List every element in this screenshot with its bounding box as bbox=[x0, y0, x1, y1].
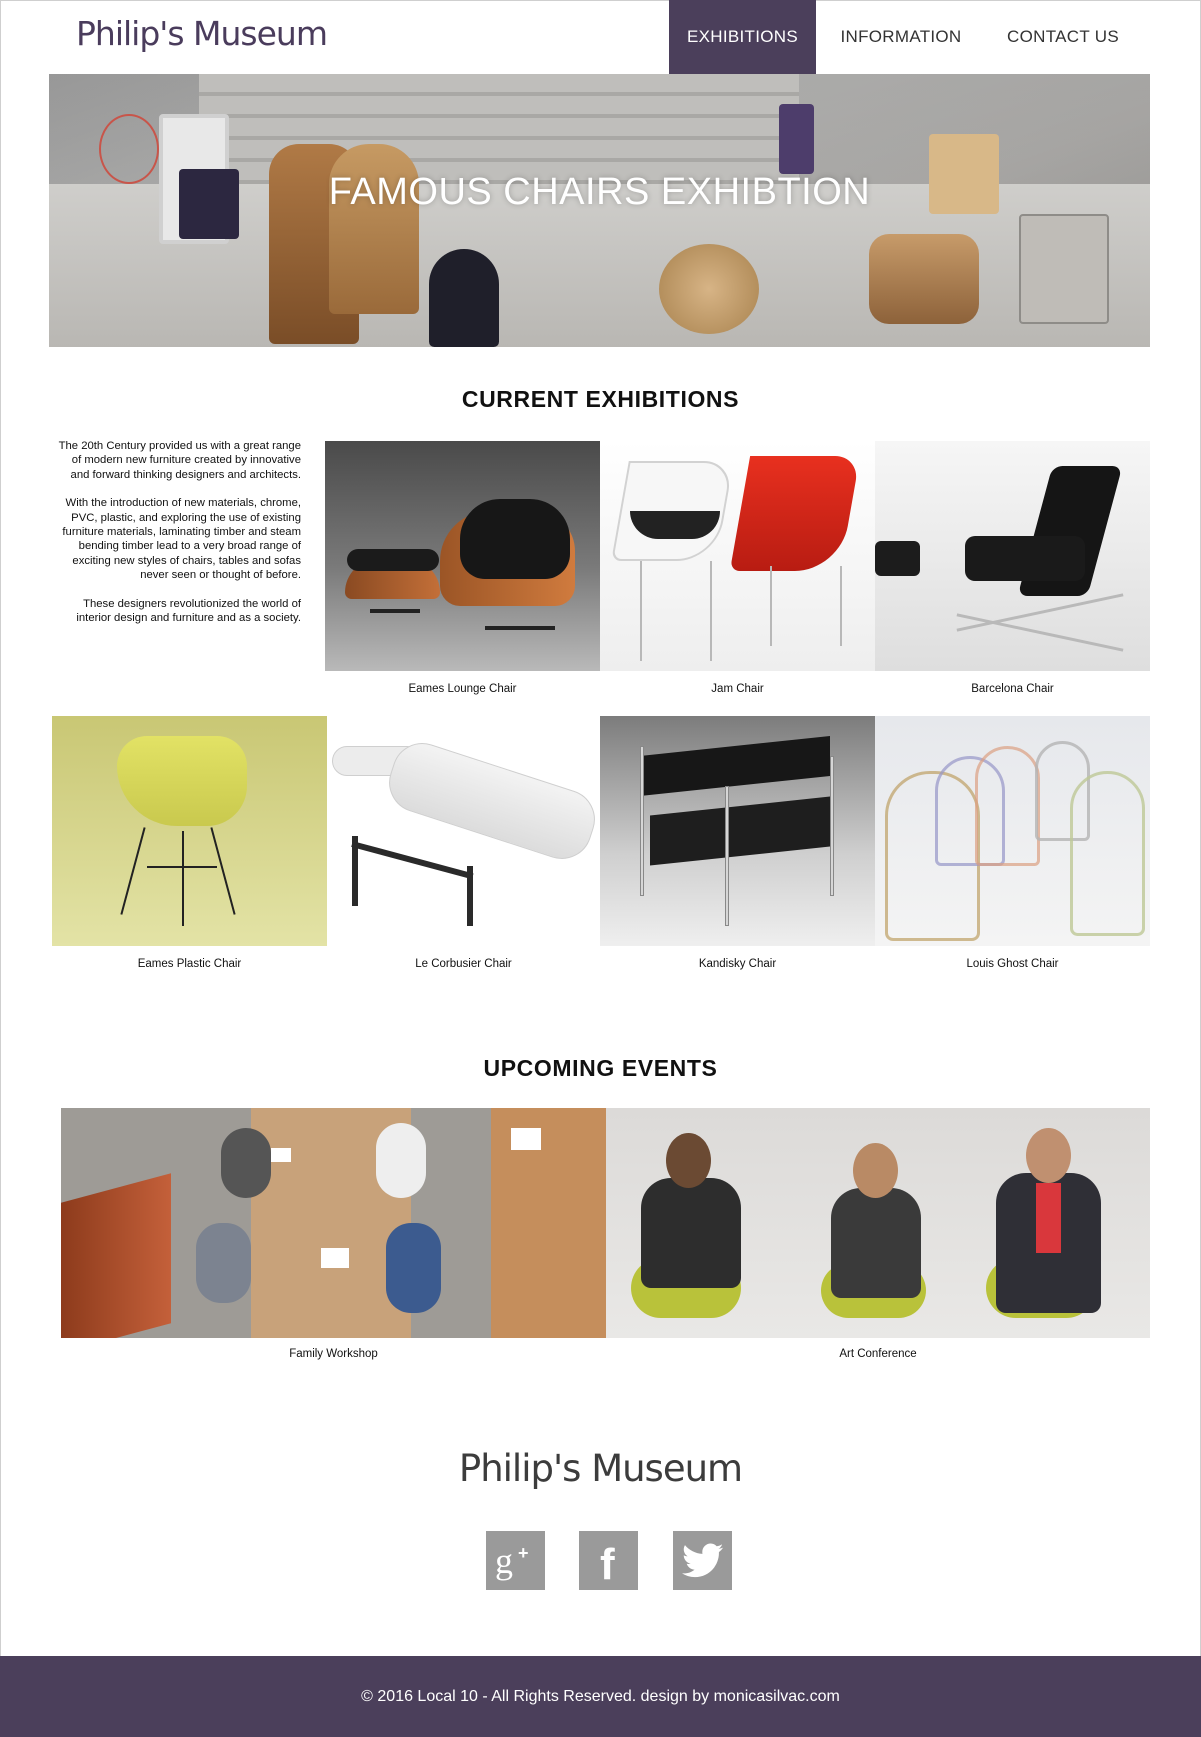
svg-text:f: f bbox=[600, 1540, 615, 1583]
hero-chair-bentwood bbox=[869, 234, 979, 324]
intro-paragraph: With the introduction of new materials, … bbox=[62, 497, 301, 582]
chair-card-louis-ghost[interactable]: Louis Ghost Chair bbox=[875, 716, 1150, 976]
chair-image bbox=[600, 716, 875, 946]
chair-caption: Jam Chair bbox=[711, 683, 764, 695]
svg-text:g: g bbox=[495, 1541, 513, 1581]
chair-caption: Barcelona Chair bbox=[971, 683, 1054, 695]
facebook-icon[interactable]: f bbox=[579, 1531, 638, 1590]
upcoming-events-title: UPCOMING EVENTS bbox=[483, 1055, 718, 1081]
chair-image bbox=[600, 441, 875, 671]
event-caption: Art Conference bbox=[839, 1348, 917, 1360]
chair-card-eames-lounge[interactable]: Eames Lounge Chair bbox=[325, 441, 600, 701]
chair-caption: Kandisky Chair bbox=[698, 958, 777, 970]
intro-paragraph: These designers revolutionized the world… bbox=[76, 597, 301, 625]
hero-sponge-chair bbox=[659, 244, 759, 334]
chair-card-le-corbusier[interactable]: Le Corbusier Chair bbox=[327, 716, 600, 976]
google-plus-icon[interactable]: g + bbox=[486, 1531, 545, 1590]
nav-exhibitions[interactable]: EXHIBITIONS bbox=[669, 0, 816, 74]
chair-image bbox=[875, 441, 1150, 671]
chair-image bbox=[327, 716, 600, 946]
chair-image bbox=[325, 441, 600, 671]
event-image bbox=[606, 1108, 1150, 1338]
hero-chair-dark bbox=[429, 249, 499, 347]
copyright-text: © 2016 Local 10 - All Rights Reserved. d… bbox=[361, 1687, 840, 1705]
site-logo[interactable]: Philip's Museum bbox=[76, 14, 328, 53]
exhibitions-intro: The 20th Century provided us with a grea… bbox=[54, 439, 301, 639]
footer-logo[interactable]: Philip's Museum bbox=[0, 1447, 1201, 1490]
intro-paragraph: The 20th Century provided us with a grea… bbox=[58, 440, 301, 481]
site-header: Philip's Museum EXHIBITIONS INFORMATION … bbox=[0, 0, 1201, 74]
nav-contact-us[interactable]: CONTACT US bbox=[986, 0, 1140, 74]
event-card-family-workshop[interactable]: Family Workshop bbox=[61, 1108, 606, 1368]
nav-information[interactable]: INFORMATION bbox=[816, 0, 986, 74]
event-caption: Family Workshop bbox=[289, 1348, 378, 1360]
google-plus-glyph: g + bbox=[495, 1541, 529, 1581]
hero-chair-windsor bbox=[329, 144, 419, 314]
chair-card-jam[interactable]: Jam Chair bbox=[600, 441, 875, 701]
hero-banner: FAMOUS CHAIRS EXHIBTION bbox=[49, 74, 1150, 347]
hero-chair-purple bbox=[779, 104, 814, 174]
chair-card-kandisky[interactable]: Kandisky Chair bbox=[600, 716, 875, 976]
chair-caption: Eames Plastic Chair bbox=[137, 958, 242, 970]
hero-title: FAMOUS CHAIRS EXHIBTION bbox=[328, 171, 871, 213]
svg-text:+: + bbox=[518, 1543, 529, 1563]
current-exhibitions-title: CURRENT EXHIBITIONS bbox=[461, 386, 740, 412]
chair-caption: Louis Ghost Chair bbox=[966, 958, 1059, 970]
event-image bbox=[61, 1108, 606, 1338]
hero-chair-metal bbox=[1019, 214, 1109, 324]
chair-image bbox=[52, 716, 327, 946]
chair-image bbox=[875, 716, 1150, 946]
event-card-art-conference[interactable]: Art Conference bbox=[606, 1108, 1150, 1368]
chair-card-eames-plastic[interactable]: Eames Plastic Chair bbox=[52, 716, 327, 976]
chair-card-barcelona[interactable]: Barcelona Chair bbox=[875, 441, 1150, 701]
footer-bar: © 2016 Local 10 - All Rights Reserved. d… bbox=[0, 1656, 1201, 1737]
main-nav: EXHIBITIONS INFORMATION CONTACT US bbox=[669, 0, 1201, 74]
facebook-glyph: f bbox=[600, 1540, 615, 1583]
chair-caption: Le Corbusier Chair bbox=[415, 958, 512, 970]
twitter-bird-glyph bbox=[681, 1543, 723, 1577]
chair-caption: Eames Lounge Chair bbox=[408, 683, 517, 695]
twitter-icon[interactable] bbox=[673, 1531, 732, 1590]
